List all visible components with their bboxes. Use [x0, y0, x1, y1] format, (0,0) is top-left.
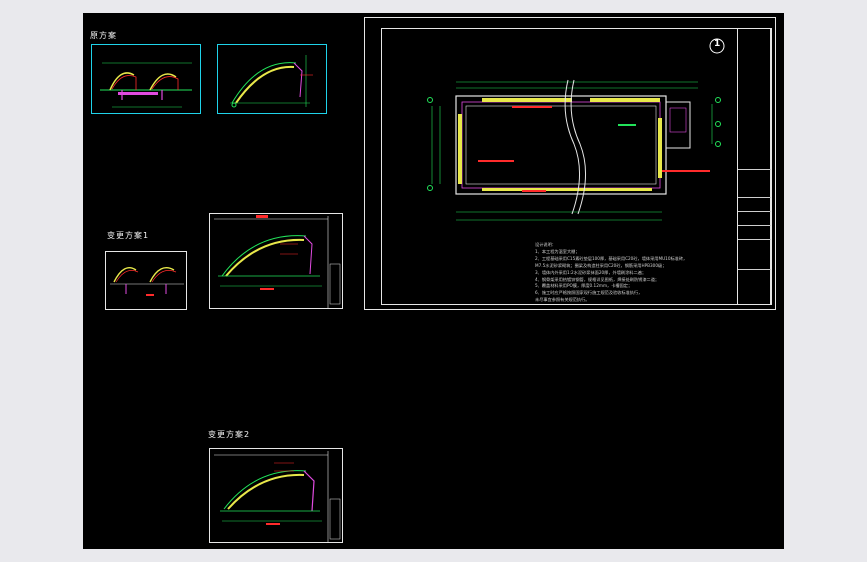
note-line: 2、工程基础采用C15素砼垫层100厚，基础采用C20砼，墙体采用MU10标准砖… [535, 255, 688, 261]
note-line: 设计说明： [535, 242, 556, 247]
note-line: 1、本工程为温室大棚； [535, 248, 580, 254]
note-line: 未尽事宜参照有关规范执行。 [535, 297, 590, 303]
floor-plan-drawing [427, 79, 721, 221]
note-line: 6、施工时应严格按照国家现行施工规范及验收标准执行， [535, 290, 643, 296]
title-block-row [738, 211, 771, 225]
original-section-1-drawing [100, 62, 192, 108]
label-original-scheme: 原方案 [90, 31, 117, 40]
note-line: 5、覆盖材料采用PO膜，厚度0.12mm，卡槽固定； [535, 283, 633, 289]
label-change-scheme-1: 变更方案1 [107, 231, 150, 240]
original-section-2-drawing [230, 55, 313, 108]
title-block-row [738, 197, 771, 211]
note-line: 3、墙体内外采用1:2水泥砂浆抹面20厚，外墙刷涂料二遍； [535, 269, 647, 275]
note-line: M7.5水泥砂浆砌筑；圈梁及构造柱采用C20砼，钢筋采用HPB300级； [535, 262, 667, 268]
north-symbol-label: 1 [714, 39, 721, 49]
title-block-row [738, 169, 771, 197]
design-notes: 设计说明： 1、本工程为温室大棚； 2、工程基础采用C15素砼垫层100厚，基础… [535, 242, 745, 304]
original-section-2-frame[interactable] [217, 44, 327, 114]
change-1-section-b-drawing [214, 215, 341, 308]
title-block-row [738, 225, 771, 239]
change-2-section-drawing [214, 451, 341, 542]
drawing-canvas[interactable]: 原方案 变更方案1 变更方案2 1 设计说明： 1、本工程为温室大棚； 2、工程… [83, 13, 784, 549]
label-change-scheme-2: 变更方案2 [208, 430, 251, 439]
original-section-1-frame[interactable] [91, 44, 201, 114]
change-1-section-a-drawing [110, 267, 184, 296]
note-line: 4、钢骨架采用热镀锌钢管，规格详见图纸，焊接处刷防锈漆二道； [535, 276, 660, 282]
change-1-section-a-frame[interactable] [105, 251, 187, 310]
change-2-section-frame[interactable] [209, 448, 343, 543]
change-1-section-b-frame[interactable] [209, 213, 343, 309]
